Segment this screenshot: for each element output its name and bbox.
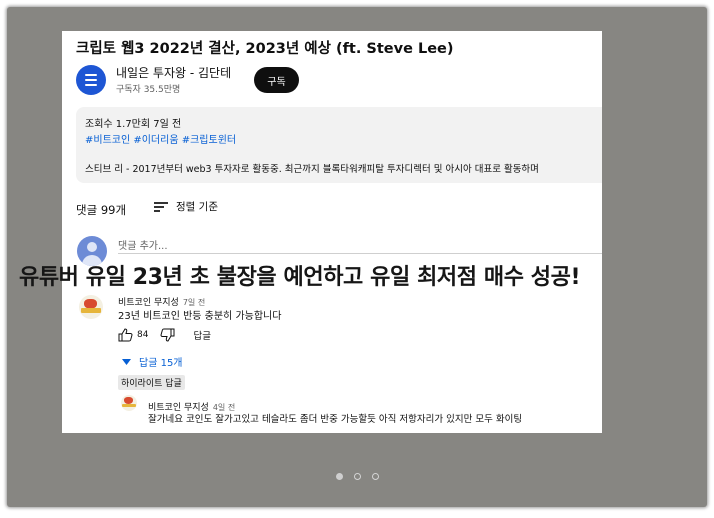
description-box[interactable]: 조회수 1.7만회 7일 전 #비트코인 #이더리움 #크립토윈터 스티브 리 … (76, 107, 602, 183)
subscriber-count: 구독자 35.5만명 (116, 85, 181, 95)
youtube-screenshot: 크립토 웹3 2022년 결산, 2023년 예상 (ft. Steve Lee… (62, 31, 602, 433)
commenter-avatar[interactable] (79, 295, 103, 319)
comment-text: 23년 비트코인 반등 충분히 가능합니다 (118, 311, 282, 322)
channel-logo-icon-bar (85, 79, 97, 81)
dislike-button[interactable] (160, 328, 175, 342)
comment-count: 댓글 99개 (76, 203, 127, 217)
channel-logo-icon (85, 74, 97, 76)
reply-button[interactable]: 답글 (193, 328, 210, 342)
comment-actions: 84 답글 (118, 328, 211, 342)
thumbs-down-icon (160, 328, 175, 342)
channel-name[interactable]: 내일은 투자왕 - 김단테 (116, 64, 231, 81)
add-comment-input[interactable]: 댓글 추가... (118, 237, 168, 252)
caret-down-icon (122, 358, 131, 365)
sort-label: 정렬 기준 (176, 201, 218, 213)
sort-icon (154, 201, 168, 212)
reply-text: 잘가네요 코인도 잘가고있고 테슬라도 좀더 반중 가능할듯 아직 저항자리가 … (148, 414, 523, 425)
highlight-reply-badge: 하이라이트 답글 (118, 375, 185, 390)
slide-frame: 크립토 웹3 2022년 결산, 2023년 예상 (ft. Steve Lee… (7, 7, 707, 507)
reply-author-avatar[interactable] (121, 395, 137, 411)
carousel-dot-3[interactable] (371, 473, 379, 480)
thumbs-up-icon (118, 328, 133, 342)
video-title: 크립토 웹3 2022년 결산, 2023년 예상 (ft. Steve Lee… (76, 41, 454, 57)
carousel-dot-2[interactable] (353, 473, 361, 480)
description-text: 스티브 리 - 2017년부터 web3 투자자로 활동중. 최근까지 블록타워… (85, 164, 539, 175)
overlay-caption: 유튜버 유일 23년 초 불장을 예언하고 유일 최저점 매수 성공! (19, 265, 581, 290)
channel-avatar[interactable] (76, 65, 106, 95)
hashtags[interactable]: #비트코인 #이더리움 #크립토윈터 (85, 131, 236, 146)
sort-button[interactable]: 정렬 기준 (154, 199, 218, 214)
channel-logo-icon-bar (85, 84, 97, 86)
carousel-indicator (7, 473, 707, 480)
add-comment-underline (118, 253, 602, 254)
replies-count-label: 답글 15개 (139, 358, 183, 369)
view-count-date: 조회수 1.7만회 7일 전 (85, 119, 182, 130)
comment-time: 7일 전 (182, 298, 206, 307)
like-button[interactable]: 84 (118, 328, 148, 342)
carousel-dot-1[interactable] (335, 473, 343, 480)
replies-toggle[interactable]: 답글 15개 (122, 354, 183, 369)
subscribe-button[interactable]: 구독 (254, 67, 299, 93)
like-count: 84 (137, 330, 149, 340)
